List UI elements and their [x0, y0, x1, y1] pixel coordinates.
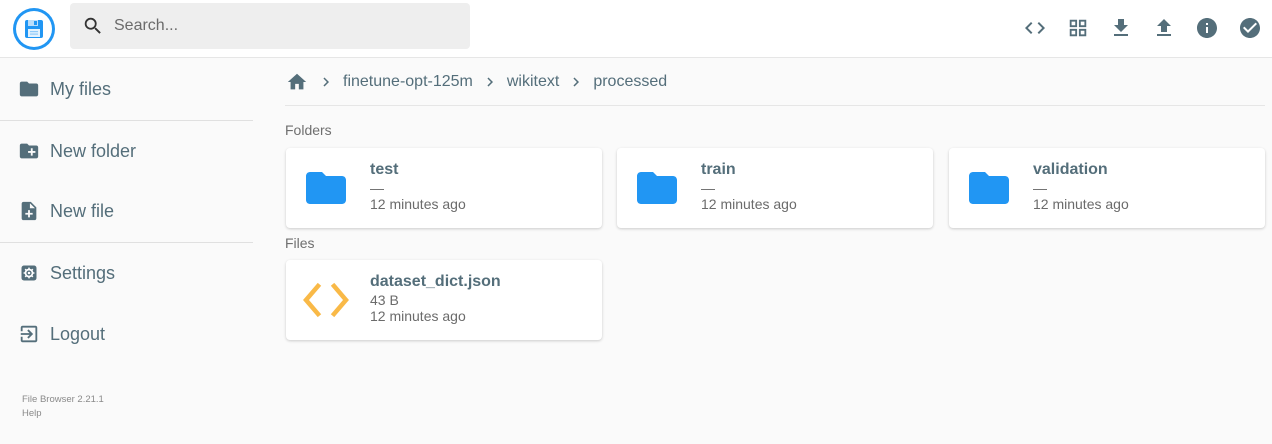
breadcrumb-item[interactable]: finetune-opt-125m: [343, 73, 473, 91]
create-new-folder-icon: [18, 140, 40, 162]
logout-icon: [18, 323, 40, 345]
sidebar-item-my-files[interactable]: My files: [0, 59, 253, 119]
item-name: test: [370, 161, 399, 178]
item-modified: 12 minutes ago: [370, 308, 466, 324]
folder-item-test[interactable]: test — 12 minutes ago: [286, 148, 602, 228]
top-bar: [0, 0, 1272, 58]
grid-view-icon[interactable]: [1064, 14, 1092, 42]
version-text: File Browser 2.21.1: [22, 394, 104, 405]
sidebar-item-label: My files: [50, 78, 112, 99]
folder-icon: [961, 162, 1017, 214]
sidebar-item-logout[interactable]: Logout: [0, 304, 253, 364]
settings-icon: [18, 262, 40, 284]
breadcrumb-item[interactable]: processed: [593, 73, 667, 91]
folder-icon: [18, 78, 40, 100]
app-logo[interactable]: [13, 8, 55, 50]
folder-icon: [629, 162, 685, 214]
sidebar-item-label: Logout: [50, 323, 106, 344]
item-modified: 12 minutes ago: [701, 196, 797, 212]
sidebar: My files New folder New file Settings Lo…: [0, 58, 253, 444]
sidebar-item-settings[interactable]: Settings: [0, 243, 253, 303]
item-size: —: [370, 180, 384, 196]
sidebar-item-label: New file: [50, 200, 115, 221]
search-input[interactable]: [114, 11, 454, 41]
item-name: train: [701, 161, 736, 178]
chevron-right-icon: [315, 71, 337, 93]
download-icon[interactable]: [1107, 14, 1135, 42]
search-bar[interactable]: [70, 3, 470, 49]
sidebar-item-new-file[interactable]: New file: [0, 181, 253, 241]
folder-item-validation[interactable]: validation — 12 minutes ago: [949, 148, 1265, 228]
folder-icon: [298, 162, 354, 214]
file-item-dataset-dict[interactable]: dataset_dict.json 43 B 12 minutes ago: [286, 260, 602, 340]
home-icon[interactable]: [285, 70, 309, 94]
folders-heading: Folders: [285, 122, 332, 138]
select-check-icon[interactable]: [1236, 14, 1264, 42]
sidebar-item-label: Settings: [50, 262, 116, 283]
help-link[interactable]: Help: [22, 408, 42, 419]
folder-item-train[interactable]: train — 12 minutes ago: [617, 148, 933, 228]
item-size: 43 B: [370, 292, 399, 308]
files-heading: Files: [285, 235, 315, 251]
item-name: dataset_dict.json: [370, 273, 501, 290]
floppy-disk-icon: [16, 11, 52, 47]
code-icon[interactable]: [1021, 14, 1049, 42]
code-file-icon: [298, 274, 354, 326]
item-size: —: [701, 180, 715, 196]
item-size: —: [1033, 180, 1047, 196]
sidebar-item-label: New folder: [50, 140, 137, 161]
breadcrumb: finetune-opt-125m wikitext processed: [285, 58, 1265, 106]
info-icon[interactable]: [1193, 14, 1221, 42]
breadcrumb-item[interactable]: wikitext: [507, 73, 559, 91]
chevron-right-icon: [565, 71, 587, 93]
note-add-icon: [18, 200, 40, 222]
item-name: validation: [1033, 161, 1108, 178]
chevron-right-icon: [479, 71, 501, 93]
item-modified: 12 minutes ago: [370, 196, 466, 212]
item-modified: 12 minutes ago: [1033, 196, 1129, 212]
upload-icon[interactable]: [1150, 14, 1178, 42]
search-icon: [82, 15, 104, 37]
sidebar-item-new-folder[interactable]: New folder: [0, 121, 253, 181]
